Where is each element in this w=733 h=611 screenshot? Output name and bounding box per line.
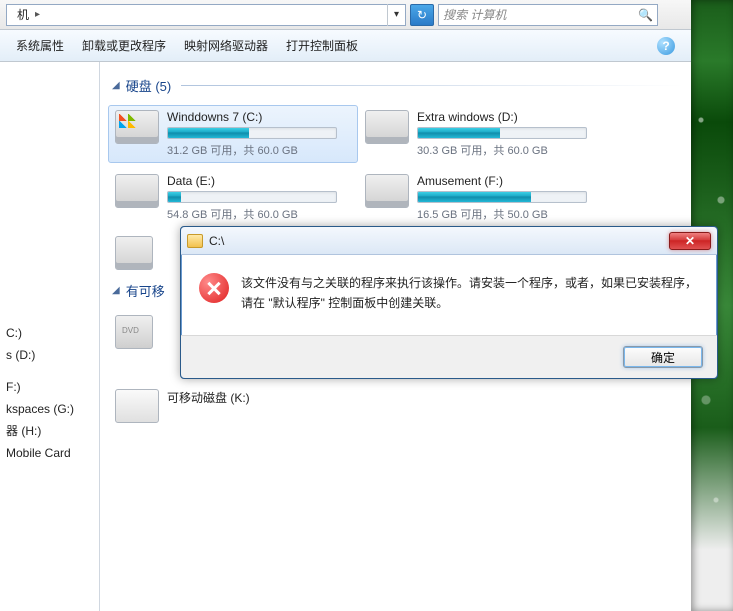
toolbar: 系统属性 卸载或更改程序 映射网络驱动器 打开控制面板 ?	[0, 30, 691, 62]
drive-stats: 31.2 GB 可用，共 60.0 GB	[167, 142, 351, 158]
usage-bar	[417, 127, 587, 139]
nav-item[interactable]: C:)	[4, 322, 99, 344]
drive-item-removable[interactable]: 可移动磁盘 (K:)	[108, 384, 358, 428]
toolbar-uninstall-change[interactable]: 卸载或更改程序	[82, 37, 166, 54]
drive-icon	[115, 236, 153, 270]
search-placeholder: 搜索 计算机	[443, 6, 506, 23]
address-dropdown-icon[interactable]: ▾	[387, 4, 405, 26]
usage-bar	[167, 127, 337, 139]
drive-stats: 30.3 GB 可用，共 60.0 GB	[417, 142, 601, 158]
drive-icon	[115, 174, 159, 208]
removable-drive-icon	[115, 389, 159, 423]
dvd-drive-icon	[115, 315, 153, 349]
drive-stats: 16.5 GB 可用，共 50.0 GB	[417, 206, 601, 222]
breadcrumb-arrow-icon[interactable]: ▸	[35, 9, 40, 20]
dialog-titlebar[interactable]: C:\ ✕	[181, 227, 717, 255]
group-header-hdd[interactable]: ◢ 硬盘 (5)	[108, 76, 683, 95]
usage-fill	[168, 128, 249, 138]
collapse-icon[interactable]: ◢	[112, 285, 120, 296]
group-label: 有可移	[126, 281, 165, 300]
refresh-button[interactable]: ↻	[410, 4, 434, 26]
search-icon[interactable]: 🔍	[638, 8, 653, 22]
nav-item[interactable]: F:)	[4, 376, 99, 398]
usage-bar	[167, 191, 337, 203]
usage-bar	[417, 191, 587, 203]
drive-item[interactable]	[108, 231, 168, 275]
drive-item[interactable]: Winddowns 7 (C:) 31.2 GB 可用，共 60.0 GB	[108, 105, 358, 163]
usage-fill	[168, 192, 181, 202]
toolbar-system-properties[interactable]: 系统属性	[16, 37, 64, 54]
drive-item[interactable]: Extra windows (D:) 30.3 GB 可用，共 60.0 GB	[358, 105, 608, 163]
folder-icon	[187, 234, 203, 248]
ok-button[interactable]: 确定	[623, 346, 703, 368]
navigation-tree[interactable]: C:) s (D:) F:) kspaces (G:) 器 (H:) Mobil…	[0, 62, 100, 611]
collapse-icon[interactable]: ◢	[112, 80, 120, 91]
address-search-row: 机 ▸ ▾ ↻ 搜索 计算机 🔍	[0, 0, 691, 30]
drive-name: Winddowns 7 (C:)	[167, 110, 351, 124]
dialog-body: 该文件没有与之关联的程序来执行该操作。请安装一个程序，或者，如果已安装程序，请在…	[181, 255, 717, 335]
dialog-button-row: 确定	[181, 335, 717, 378]
drive-stats: 54.8 GB 可用，共 60.0 GB	[167, 206, 351, 222]
drive-item-dvd[interactable]	[108, 310, 168, 354]
breadcrumb-segment[interactable]: 机	[11, 6, 35, 23]
nav-item[interactable]: Mobile Card	[4, 442, 99, 464]
drive-item[interactable]: Data (E:) 54.8 GB 可用，共 60.0 GB	[108, 169, 358, 227]
toolbar-map-network-drive[interactable]: 映射网络驱动器	[184, 37, 268, 54]
drive-name: Data (E:)	[167, 174, 351, 188]
nav-item[interactable]: kspaces (G:)	[4, 398, 99, 420]
drive-icon	[365, 110, 409, 144]
search-input[interactable]: 搜索 计算机 🔍	[438, 4, 658, 26]
group-divider	[181, 85, 683, 86]
dialog-title: C:\	[209, 234, 224, 248]
toolbar-open-control-panel[interactable]: 打开控制面板	[286, 37, 358, 54]
drive-icon	[365, 174, 409, 208]
close-button[interactable]: ✕	[669, 232, 711, 250]
group-label: 硬盘 (5)	[126, 76, 172, 95]
help-icon[interactable]: ?	[657, 37, 675, 55]
drive-name: Amusement (F:)	[417, 174, 601, 188]
drive-list-hdd: Winddowns 7 (C:) 31.2 GB 可用，共 60.0 GB Extr…	[108, 105, 683, 227]
nav-item[interactable]: 器 (H:)	[4, 420, 99, 442]
close-icon: ✕	[685, 234, 695, 248]
nav-item[interactable]: s (D:)	[4, 344, 99, 366]
drive-name: 可移动磁盘 (K:)	[167, 389, 351, 406]
drive-icon	[115, 110, 159, 144]
error-icon	[199, 273, 229, 303]
breadcrumb[interactable]: 机 ▸ ▾	[6, 4, 406, 26]
usage-fill	[418, 192, 531, 202]
dialog-message: 该文件没有与之关联的程序来执行该操作。请安装一个程序，或者，如果已安装程序，请在…	[241, 273, 699, 323]
refresh-icon: ↻	[417, 8, 427, 22]
usage-fill	[418, 128, 500, 138]
drive-item[interactable]: Amusement (F:) 16.5 GB 可用，共 50.0 GB	[358, 169, 608, 227]
error-dialog: C:\ ✕ 该文件没有与之关联的程序来执行该操作。请安装一个程序，或者，如果已安…	[180, 226, 718, 379]
drive-name: Extra windows (D:)	[417, 110, 601, 124]
